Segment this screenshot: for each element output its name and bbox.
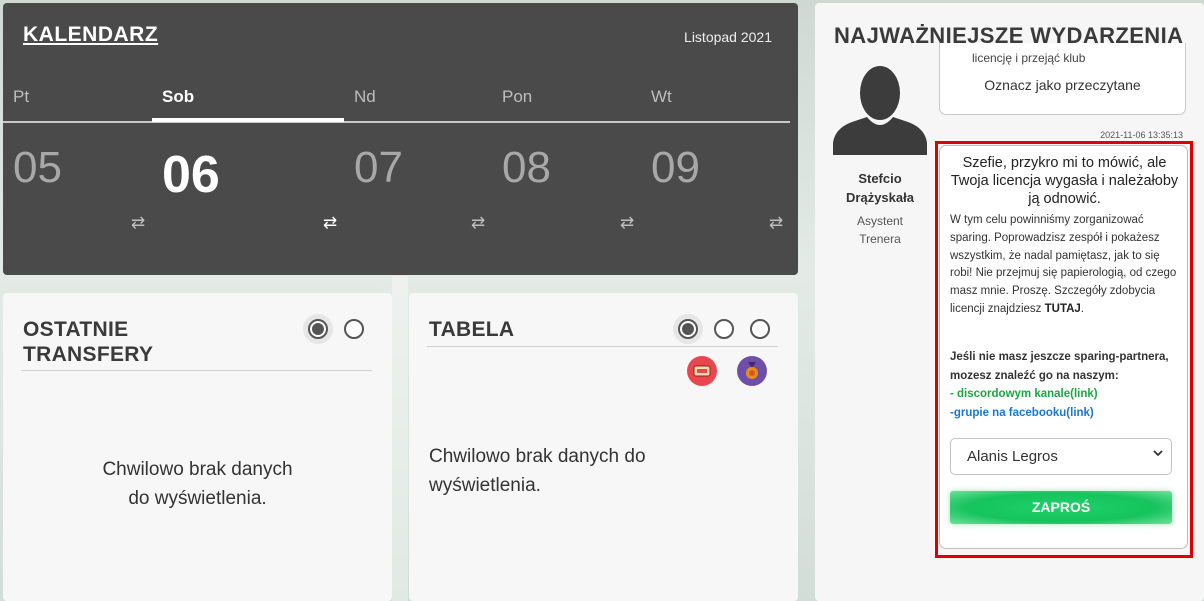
- avatar-icon: [833, 66, 927, 155]
- cta-text: Jeśli nie masz jeszcze sparing-partnera,…: [950, 351, 1169, 382]
- day-number: 05: [13, 143, 62, 192]
- swap-icon[interactable]: ⇄: [323, 213, 337, 233]
- sparring-partner-select[interactable]: Alanis Legros: [950, 438, 1172, 475]
- swap-icon[interactable]: ⇄: [131, 213, 145, 233]
- swap-icon[interactable]: ⇄: [769, 213, 783, 233]
- tutaj-link[interactable]: TUTAJ: [1045, 303, 1081, 315]
- message-timestamp: 2021-11-06 13:35:13: [1100, 130, 1183, 140]
- table-panel: TABELA Chwilowo brak danych do wyświetle…: [409, 293, 798, 601]
- transfers-divider: [21, 370, 372, 371]
- sender-name-line: Drążyskała: [846, 190, 914, 205]
- day-number: 09: [651, 143, 700, 192]
- calendar-panel: KALENDARZ Listopad 2021 Pt 05 Sob 06 Nd …: [3, 3, 798, 275]
- transfers-title-line1: OSTATNIE: [23, 318, 129, 341]
- transfers-radio-2[interactable]: [344, 319, 364, 339]
- message-body: W tym celu powinniśmy zorganizować spari…: [950, 212, 1180, 319]
- day-number: 07: [354, 143, 403, 192]
- sender-role-line: Asystent: [856, 214, 904, 228]
- empty-line: do wyświetlenia.: [128, 488, 267, 509]
- table-title: TABELA: [429, 318, 515, 341]
- empty-line: Chwilowo brak danych: [102, 459, 293, 480]
- sender-name-line: Stefcio: [858, 171, 902, 186]
- calendar-day-pon[interactable]: Pon 08: [502, 3, 652, 275]
- day-name: Wt: [651, 87, 672, 106]
- table-divider: [427, 346, 778, 347]
- select-value: Alanis Legros: [967, 448, 1058, 465]
- mark-read-button[interactable]: Oznacz jako przeczytane: [940, 77, 1185, 93]
- message-headline: Szefie, przykro mi to mówić, ale Twoja l…: [950, 155, 1179, 207]
- table-radio-3[interactable]: [750, 319, 770, 339]
- chevron-down-icon: [1152, 447, 1164, 462]
- empty-line: wyświetlenia.: [429, 475, 541, 496]
- transfers-empty-message: Chwilowo brak danych do wyświetlenia.: [3, 455, 392, 513]
- table-empty-message: Chwilowo brak danych do wyświetlenia.: [429, 442, 646, 500]
- sender-name: Stefcio Drążyskała: [827, 169, 933, 207]
- table-radio-1[interactable]: [678, 319, 698, 339]
- day-name: Pt: [13, 87, 30, 106]
- message-card: Szefie, przykro mi to mówić, ale Twoja l…: [939, 145, 1188, 549]
- empty-line: Chwilowo brak danych do: [429, 446, 646, 467]
- calendar-day-pt[interactable]: Pt 05: [13, 3, 163, 275]
- previous-message-snippet: licencję i przejąć klub: [972, 51, 1086, 65]
- day-number: 06: [162, 146, 220, 204]
- previous-message-card: licencję i przejąć klub Oznacz jako prze…: [939, 43, 1186, 115]
- day-name: Nd: [354, 87, 376, 106]
- sender-role-line: Trenera: [859, 232, 901, 246]
- background-gap: [392, 276, 408, 601]
- medal-icon[interactable]: [737, 356, 767, 386]
- message-cta: Jeśli nie masz jeszcze sparing-partnera,…: [950, 348, 1180, 422]
- facebook-link[interactable]: -grupie na facebooku(link): [950, 404, 1180, 423]
- transfers-radio-1[interactable]: [308, 319, 328, 339]
- swap-icon[interactable]: ⇄: [620, 213, 634, 233]
- swap-icon[interactable]: ⇄: [471, 213, 485, 233]
- day-number: 08: [502, 143, 551, 192]
- calendar-day-sob[interactable]: Sob 06: [162, 3, 312, 275]
- transfers-title: OSTATNIE TRANSFERY: [23, 317, 153, 367]
- day-name: Pon: [502, 87, 533, 106]
- transfers-panel: OSTATNIE TRANSFERY Chwilowo brak danych …: [3, 293, 392, 601]
- calendar-day-wt[interactable]: Wt 09: [651, 3, 801, 275]
- discord-link[interactable]: - discordowym kanale(link): [950, 385, 1180, 404]
- sender-role: Asystent Trenera: [827, 212, 933, 248]
- calendar-day-nd[interactable]: Nd 07: [354, 3, 504, 275]
- transfers-title-line2: TRANSFERY: [23, 343, 154, 366]
- invite-button[interactable]: ZAPROŚ: [950, 491, 1172, 524]
- table-radio-2[interactable]: [714, 319, 734, 339]
- message-body-text: W tym celu powinniśmy zorganizować spari…: [950, 214, 1177, 315]
- ticket-icon[interactable]: [687, 356, 717, 386]
- message-body-end: .: [1080, 302, 1085, 315]
- day-name: Sob: [162, 87, 195, 106]
